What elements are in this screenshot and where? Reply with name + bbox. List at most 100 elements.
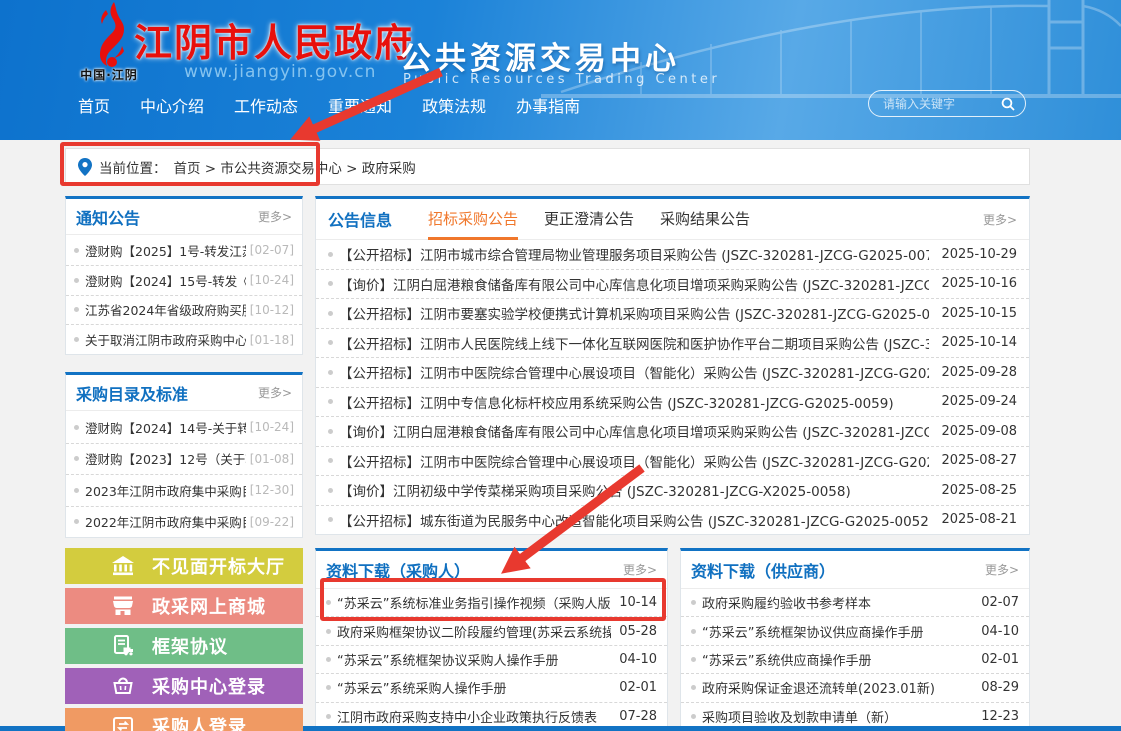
download-date: 08-29 xyxy=(981,680,1019,695)
announcements-panel: 公告信息 招标采购公告 更正澄清公告 采购结果公告 更多> 【公开招标】江阴市城… xyxy=(315,196,1030,535)
nav-item[interactable]: 政策法规 xyxy=(422,93,486,117)
downloads-buyer-more-link[interactable]: 更多> xyxy=(623,561,657,578)
breadcrumb: 当前位置： 首页 > 市公共资源交易中心 > 政府采购 xyxy=(65,148,1030,185)
item-title: 澄财购【2025】1号-转发江苏... xyxy=(85,241,246,260)
list-item[interactable]: “苏采云”系统供应商操作手册 02-01 xyxy=(681,646,1029,674)
announcement-tabs: 招标采购公告 更正澄清公告 采购结果公告 xyxy=(428,199,750,239)
downloads-buyer-panel: 资料下载（采购人） 更多> “苏采云”系统标准业务指引操作视频（采购人版... … xyxy=(315,548,668,731)
bullet-icon xyxy=(328,458,333,463)
bullet-icon xyxy=(74,337,79,342)
list-item[interactable]: 澄财购【2024】14号-关于转... [10-24] xyxy=(66,412,302,444)
tab-correction-announcements[interactable]: 更正澄清公告 xyxy=(544,199,634,240)
search-box xyxy=(868,90,1026,117)
nav-item[interactable]: 重要通知 xyxy=(328,93,392,117)
bullet-icon xyxy=(328,399,333,404)
basket-icon xyxy=(111,674,135,698)
item-title: 江苏省2024年省级政府购买服... xyxy=(85,300,246,319)
tab-result-announcements[interactable]: 采购结果公告 xyxy=(660,199,750,240)
quick-link-label: 政采网上商城 xyxy=(152,593,266,619)
notices-panel: 通知公告 更多> 澄财购【2025】1号-转发江苏... [02-07] 澄财购… xyxy=(65,196,303,355)
list-item[interactable]: 澄财购【2023】12号（关于转... [01-08] xyxy=(66,444,302,476)
download-date: 04-10 xyxy=(981,624,1019,639)
search-icon[interactable] xyxy=(1001,97,1015,111)
list-item[interactable]: 澄财购【2024】15号-转发《... [10-24] xyxy=(66,266,302,296)
announcements-title: 公告信息 xyxy=(328,207,392,231)
list-item[interactable]: 2022年江阴市政府集中采购目... [09-22] xyxy=(66,507,302,538)
notices-more-link[interactable]: 更多> xyxy=(258,208,292,225)
notices-list: 澄财购【2025】1号-转发江苏... [02-07] 澄财购【2024】15号… xyxy=(66,236,302,354)
item-title: 澄财购【2024】14号-关于转... xyxy=(85,418,246,437)
nav-item[interactable]: 工作动态 xyxy=(234,93,298,117)
table-row[interactable]: 【公开招标】江阴市中医院综合管理中心展设项目（智能化）采购公告 (JSZC-32… xyxy=(316,447,1029,477)
downloads-supplier-title: 资料下载（供应商） xyxy=(691,558,835,582)
table-row[interactable]: 【询价】江阴白屈港粮食储备库有限公司中心库信息化项目增项采购采购公告 (JSZC… xyxy=(316,270,1029,300)
nav-item[interactable]: 办事指南 xyxy=(516,93,580,117)
list-item[interactable]: “苏采云”系统标准业务指引操作视频（采购人版... 10-14 xyxy=(316,589,667,617)
bullet-icon xyxy=(328,252,333,257)
list-item[interactable]: 政府采购框架协议二阶段履约管理(苏采云系统操... 05-28 xyxy=(316,617,667,645)
announcement-date: 2025-10-15 xyxy=(941,306,1017,321)
list-item[interactable]: 政府采购履约验收书参考样本 02-07 xyxy=(681,589,1029,617)
download-date: 02-01 xyxy=(981,652,1019,667)
announcement-title: 【询价】江阴初级中学传菜梯采购项目采购公告 (JSZC-320281-JZCG-… xyxy=(339,480,929,500)
downloads-supplier-header: 资料下载（供应商） 更多> xyxy=(681,551,1029,589)
list-item[interactable]: 关于取消江阴市政府采购中心... [01-18] xyxy=(66,325,302,354)
announcement-date: 2025-10-29 xyxy=(941,247,1017,262)
logo-caption: 中国·江阴 xyxy=(78,66,140,83)
download-title: “苏采云”系统采购人操作手册 xyxy=(337,678,611,697)
quick-links: 不见面开标大厅 政采网上商城 xyxy=(65,548,303,731)
list-item[interactable]: “苏采云”系统采购人操作手册 02-01 xyxy=(316,674,667,702)
quick-link-bid-hall[interactable]: 不见面开标大厅 xyxy=(65,548,303,584)
list-item[interactable]: 2023年江阴市政府集中采购目... [12-30] xyxy=(66,475,302,507)
quick-link-online-mall[interactable]: 政采网上商城 xyxy=(65,588,303,624)
download-title: 政府采购保证金退还流转单(2023.01新) xyxy=(702,678,973,697)
page: 中国·江阴 江阴市人民政府 www.jiangyin.gov.cn 公共资源交易… xyxy=(0,0,1121,731)
announcement-title: 【公开招标】江阴市人民医院线上线下一体化互联网医院和医护协作平台二期项目采购公告… xyxy=(339,333,929,353)
transfer-icon xyxy=(111,714,135,731)
catalog-list: 澄财购【2024】14号-关于转... [10-24] 澄财购【2023】12号… xyxy=(66,412,302,537)
table-row[interactable]: 【公开招标】江阴市城市综合管理局物业管理服务项目采购公告 (JSZC-32028… xyxy=(316,240,1029,270)
store-icon xyxy=(111,594,135,618)
list-item[interactable]: 政府采购保证金退还流转单(2023.01新) 08-29 xyxy=(681,674,1029,702)
list-item[interactable]: 澄财购【2025】1号-转发江苏... [02-07] xyxy=(66,236,302,266)
nav-item[interactable]: 中心介绍 xyxy=(140,93,204,117)
quick-link-label: 框架协议 xyxy=(152,633,228,659)
announcement-date: 2025-10-16 xyxy=(941,276,1017,291)
announcement-date: 2025-10-14 xyxy=(941,335,1017,350)
announcements-header: 公告信息 招标采购公告 更正澄清公告 采购结果公告 更多> xyxy=(316,199,1029,240)
downloads-supplier-more-link[interactable]: 更多> xyxy=(985,561,1019,578)
breadcrumb-path[interactable]: 首页 > 市公共资源交易中心 > 政府采购 xyxy=(174,157,416,177)
table-row[interactable]: 【公开招标】城东街道为民服务中心改造智能化项目采购公告 (JSZC-320281… xyxy=(316,506,1029,535)
table-row[interactable]: 【公开招标】江阴市要塞实验学校便携式计算机采购项目采购公告 (JSZC-3202… xyxy=(316,299,1029,329)
item-title: 澄财购【2023】12号（关于转... xyxy=(85,449,246,468)
announcements-more-link[interactable]: 更多> xyxy=(983,211,1017,228)
bullet-icon xyxy=(328,370,333,375)
announcement-date: 2025-09-24 xyxy=(941,394,1017,409)
list-item[interactable]: “苏采云”系统框架协议采购人操作手册 04-10 xyxy=(316,646,667,674)
search-input[interactable] xyxy=(883,97,1001,111)
bullet-icon xyxy=(328,281,333,286)
bullet-icon xyxy=(74,488,79,493)
table-row[interactable]: 【公开招标】江阴市中医院综合管理中心展设项目（智能化）采购公告 (JSZC-32… xyxy=(316,358,1029,388)
announcement-title: 【公开招标】江阴市要塞实验学校便携式计算机采购项目采购公告 (JSZC-3202… xyxy=(339,303,929,323)
download-title: “苏采云”系统标准业务指引操作视频（采购人版... xyxy=(337,593,611,612)
download-date: 02-01 xyxy=(619,680,657,695)
table-row[interactable]: 【询价】江阴白屈港粮食储备库有限公司中心库信息化项目增项采购采购公告 (JSZC… xyxy=(316,417,1029,447)
nav-item[interactable]: 首页 xyxy=(78,93,110,117)
quick-link-buyer-login[interactable]: 采购人登录 xyxy=(65,708,303,731)
download-title: “苏采云”系统框架协议采购人操作手册 xyxy=(337,650,611,669)
table-row[interactable]: 【询价】江阴初级中学传菜梯采购项目采购公告 (JSZC-320281-JZCG-… xyxy=(316,476,1029,506)
list-item[interactable]: “苏采云”系统框架协议供应商操作手册 04-10 xyxy=(681,617,1029,645)
downloads-buyer-header: 资料下载（采购人） 更多> xyxy=(316,551,667,589)
bank-icon xyxy=(111,554,135,578)
bullet-icon xyxy=(74,519,79,524)
site-url: www.jiangyin.gov.cn xyxy=(184,62,376,82)
list-item[interactable]: 江苏省2024年省级政府购买服... [10-12] xyxy=(66,296,302,326)
tab-bidding-announcements[interactable]: 招标采购公告 xyxy=(428,199,518,240)
announcements-list: 【公开招标】江阴市城市综合管理局物业管理服务项目采购公告 (JSZC-32028… xyxy=(316,240,1029,534)
table-row[interactable]: 【公开招标】江阴市人民医院线上线下一体化互联网医院和医护协作平台二期项目采购公告… xyxy=(316,329,1029,359)
table-row[interactable]: 【公开招标】江阴中专信息化标杆校应用系统采购公告 (JSZC-320281-JZ… xyxy=(316,388,1029,418)
quick-link-framework-agreement[interactable]: 框架协议 xyxy=(65,628,303,664)
catalog-more-link[interactable]: 更多> xyxy=(258,384,292,401)
quick-link-center-login[interactable]: 采购中心登录 xyxy=(65,668,303,704)
